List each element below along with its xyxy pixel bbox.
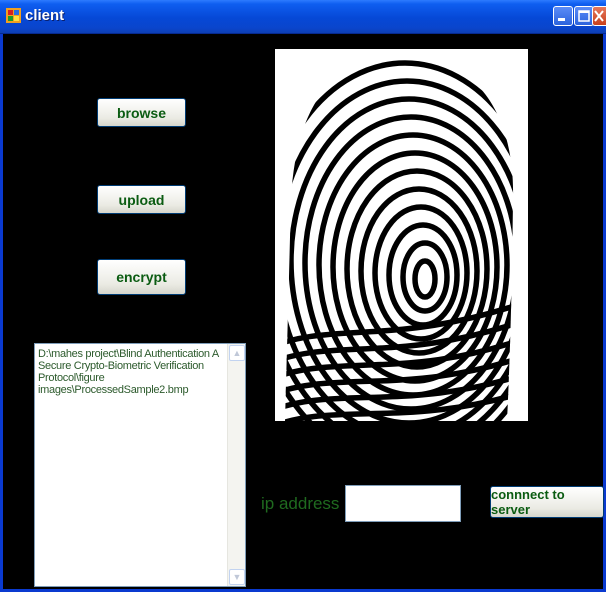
- upload-button[interactable]: upload: [97, 185, 186, 214]
- client-area: browse upload encrypt D:\mahes project\B…: [3, 34, 604, 589]
- scroll-up-icon[interactable]: ▲: [229, 345, 245, 361]
- path-textbox[interactable]: D:\mahes project\Blind Authentication A …: [34, 343, 246, 587]
- fingerprint-icon: [285, 55, 514, 421]
- ip-address-input[interactable]: [345, 485, 461, 522]
- connect-to-server-button[interactable]: connnect to server: [490, 486, 604, 518]
- path-text: D:\mahes project\Blind Authentication A …: [38, 348, 219, 396]
- fingerprint-image: [275, 49, 528, 421]
- minimize-button[interactable]: [553, 6, 573, 26]
- vertical-scrollbar[interactable]: ▲ ▼: [227, 344, 245, 586]
- title-bar[interactable]: client: [0, 0, 606, 34]
- maximize-icon: [578, 10, 590, 22]
- close-icon: [594, 10, 604, 22]
- maximize-button[interactable]: [574, 6, 594, 26]
- scroll-down-icon[interactable]: ▼: [229, 569, 245, 585]
- ip-address-label: ip address: [261, 494, 340, 513]
- app-icon: [6, 8, 21, 23]
- encrypt-button[interactable]: encrypt: [97, 259, 186, 295]
- browse-button[interactable]: browse: [97, 98, 186, 127]
- window-title: client: [25, 7, 65, 24]
- minimize-icon: [558, 18, 565, 21]
- close-button[interactable]: [592, 6, 606, 26]
- app-window: client browse upload encrypt D:\mahes pr…: [0, 0, 606, 592]
